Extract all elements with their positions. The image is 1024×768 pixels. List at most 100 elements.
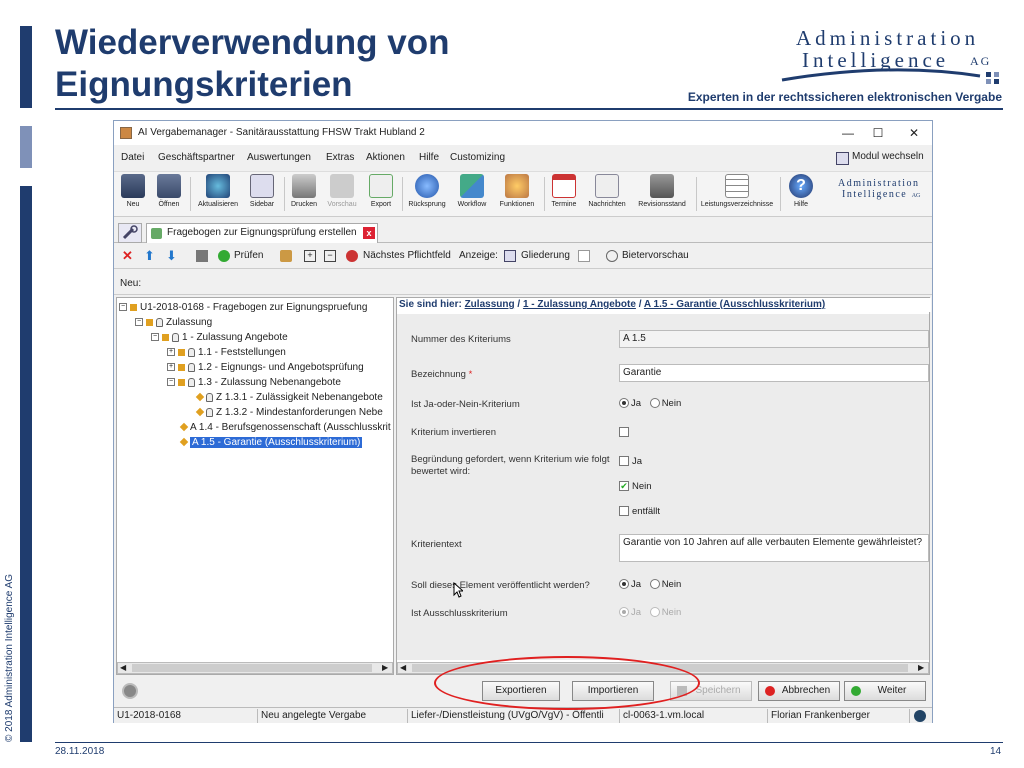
menu-auswertungen[interactable]: Auswertungen: [247, 152, 311, 163]
archive-icon: [650, 174, 674, 198]
tree-node-1[interactable]: − 1 - Zulassung Angebote: [151, 332, 288, 343]
status-verfahren: Liefer-/Dienstleistung (UVgO/VgV) - Öffe…: [408, 709, 620, 723]
janein-nein-label: Nein: [661, 398, 682, 409]
scroll-left-icon[interactable]: ◀: [120, 663, 126, 672]
kriterientext-field[interactable]: Garantie von 10 Jahren auf alle verbaute…: [619, 534, 929, 562]
menu-datei[interactable]: Datei: [121, 152, 144, 163]
menu-hilfe[interactable]: Hilfe: [419, 152, 439, 163]
expand-toggle-icon[interactable]: +: [167, 348, 175, 357]
close-window-button[interactable]: ✕: [902, 124, 926, 142]
delete-icon[interactable]: ✕: [122, 249, 134, 262]
toolbar-termine-button[interactable]: Termine: [546, 174, 582, 208]
toolbar-hilfe-button[interactable]: ? Hilfe: [784, 174, 818, 208]
tree-add-icon[interactable]: [280, 250, 292, 262]
tree-node-z-1-3-2[interactable]: Z 1.3.2 - Mindestanforderungen Nebe: [195, 407, 383, 418]
tree-horizontal-scrollbar[interactable]: ◀ ▶: [117, 662, 393, 674]
begruendung-entfaellt-label: entfällt: [632, 506, 660, 517]
menu-aktionen[interactable]: Aktionen: [366, 152, 405, 163]
toolbar-workflow-button[interactable]: Workflow: [452, 174, 492, 208]
tree-node-1-2[interactable]: +1.2 - Eignungs- und Angebotsprüfung: [167, 362, 364, 373]
tree-node-a-1-4[interactable]: A 1.4 - Berufsgenossenschaft (Ausschluss…: [179, 422, 391, 433]
move-up-icon[interactable]: ⬆: [144, 249, 156, 262]
tab-home[interactable]: [118, 223, 142, 243]
scroll-right-icon[interactable]: ▶: [382, 663, 388, 672]
toolbar-revisionsstand-button[interactable]: Revisionsstand: [632, 174, 692, 208]
minimize-button[interactable]: —: [836, 124, 860, 142]
toolbar-workflow-label: Workflow: [457, 201, 487, 208]
collapse-toggle-icon[interactable]: −: [135, 318, 143, 327]
tree-panel: − U1-2018-0168 - Fragebogen zur Eignungsp…: [116, 297, 394, 675]
toolbar-leistungsverzeichnisse-button[interactable]: Leistungsverzeichnisse: [698, 174, 776, 208]
folder-icon: [178, 378, 185, 386]
toolbar-export-button[interactable]: Export: [364, 174, 398, 208]
collapse-toggle-icon[interactable]: −: [167, 378, 175, 387]
menu-customizing[interactable]: Customizing: [450, 152, 505, 163]
back-arrow-icon: [415, 174, 439, 198]
collapse-toggle-icon[interactable]: −: [119, 303, 127, 312]
begruendung-entfaellt-checkbox[interactable]: [619, 506, 629, 517]
app-icon: [120, 127, 132, 139]
toolbar-vorschau-button[interactable]: Vorschau: [324, 174, 360, 208]
grid-icon: [725, 174, 749, 198]
status-vergabe-id: U1-2018-0168: [114, 709, 258, 723]
wrench-icon: [122, 225, 138, 240]
tab-close-button[interactable]: x: [363, 227, 375, 239]
toolbar-funktionen-label: Funktionen: [499, 201, 535, 208]
menu-extras[interactable]: Extras: [326, 152, 354, 163]
menu-geschaeftspartner[interactable]: Geschäftspartner: [158, 152, 235, 163]
toolbar-aktualisieren-button[interactable]: Aktualisieren: [194, 174, 242, 208]
company-logo: Administration Intelligence AG: [770, 22, 1002, 88]
scroll-right-icon[interactable]: ▶: [918, 663, 924, 672]
toolbar-separator: [190, 177, 191, 211]
bezeichnung-field[interactable]: Garantie: [619, 364, 929, 382]
toolbar-sidebar-button[interactable]: Sidebar: [244, 174, 280, 208]
tree-node-root[interactable]: − U1-2018-0168 - Fragebogen zur Eignungsp…: [119, 302, 367, 313]
toolbar-nachrichten-button[interactable]: Nachrichten: [584, 174, 630, 208]
janein-ja-radio[interactable]: [619, 398, 629, 409]
toolbar-drucken-button[interactable]: Drucken: [286, 174, 322, 208]
tree-node-1-1[interactable]: +1.1 - Feststellungen: [167, 347, 286, 358]
scroll-thumb[interactable]: [132, 664, 372, 672]
bietervorschau-button[interactable]: Bietervorschau: [622, 250, 689, 261]
breadcrumb-zulassung[interactable]: Zulassung: [465, 299, 515, 310]
ausschluss-ja-label: Ja: [631, 607, 642, 618]
invertieren-checkbox[interactable]: [619, 427, 629, 437]
toolbar-neu-button[interactable]: Neu: [116, 174, 150, 208]
scroll-left-icon[interactable]: ◀: [400, 663, 406, 672]
veroeffentlicht-nein-radio[interactable]: [649, 579, 660, 590]
toolbar-ruecksprung-button[interactable]: Rücksprung: [404, 174, 450, 208]
tree-node-z-1-3-1[interactable]: Z 1.3.1 - Zulässigkeit Nebenangebote: [195, 392, 383, 403]
weiter-button[interactable]: Weiter: [844, 681, 926, 701]
required-marker: *: [468, 369, 473, 380]
toolbar-funktionen-button[interactable]: Funktionen: [494, 174, 540, 208]
pruefen-button[interactable]: Prüfen: [234, 250, 263, 261]
tree-node-a-1-5[interactable]: A 1.5 - Garantie (Ausschlusskriterium): [179, 437, 363, 448]
tree-node-1-3[interactable]: − 1.3 - Zulassung Nebenangebote: [167, 377, 341, 388]
veroeffentlicht-ja-radio[interactable]: [619, 579, 629, 590]
tree-node-zulassung[interactable]: − Zulassung: [135, 317, 212, 328]
speichern-label: Speichern: [695, 685, 741, 696]
modul-wechseln-button[interactable]: Modul wechseln: [836, 151, 924, 165]
expand-toggle-icon[interactable]: +: [167, 363, 175, 372]
naechstes-pflichtfeld-button[interactable]: Nächstes Pflichtfeld: [363, 250, 451, 261]
save-small-icon[interactable]: [196, 250, 208, 262]
janein-nein-radio[interactable]: [649, 398, 660, 409]
begruendung-nein-checkbox[interactable]: ✔: [619, 481, 629, 492]
status-server: cl-0063-1.vm.local: [620, 709, 768, 723]
breadcrumb-garantie[interactable]: A 1.5 - Garantie (Ausschlusskriterium): [644, 299, 825, 310]
begruendung-ja-checkbox[interactable]: [619, 456, 629, 467]
new-row: Neu:: [114, 273, 932, 295]
expand-all-icon[interactable]: +: [304, 250, 316, 262]
diamond-icon: [179, 423, 189, 432]
collapse-toggle-icon[interactable]: −: [151, 333, 159, 342]
move-down-icon[interactable]: ⬇: [166, 249, 178, 262]
toolbar-oeffnen-button[interactable]: Öffnen: [152, 174, 186, 208]
abbrechen-button[interactable]: Abbrechen: [758, 681, 840, 701]
document-icon[interactable]: [578, 250, 590, 262]
gliederung-button[interactable]: Gliederung: [521, 250, 570, 261]
nummer-field[interactable]: A 1.5: [619, 330, 929, 348]
maximize-button[interactable]: ☐: [866, 124, 890, 142]
collapse-all-icon[interactable]: −: [324, 250, 336, 262]
breadcrumb-zulassung-angebote[interactable]: 1 - Zulassung Angebote: [523, 299, 636, 310]
tab-fragebogen[interactable]: Fragebogen zur Eignungsprüfung erstellen…: [146, 223, 378, 243]
